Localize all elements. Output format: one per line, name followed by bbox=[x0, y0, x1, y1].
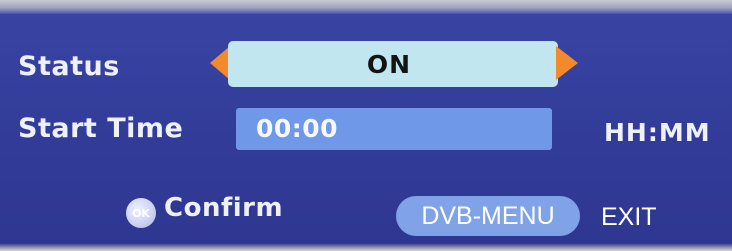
exit-label: EXIT bbox=[601, 203, 657, 231]
dvb-menu-label: DVB-MENU bbox=[421, 201, 555, 230]
status-value: ON bbox=[366, 49, 412, 79]
time-format-hint: HH:MM bbox=[604, 118, 711, 147]
start-time-value: 00:00 bbox=[256, 114, 339, 143]
confirm-label: Confirm bbox=[164, 193, 284, 223]
start-time-label: Start Time bbox=[18, 113, 184, 144]
start-time-field[interactable]: 00:00 bbox=[236, 108, 552, 150]
bottom-bezel bbox=[0, 243, 732, 251]
arrow-right-icon[interactable] bbox=[556, 46, 578, 80]
ok-icon-text: OK bbox=[132, 206, 150, 220]
ok-button-icon[interactable]: OK bbox=[126, 198, 156, 228]
dvb-menu-button[interactable]: DVB-MENU bbox=[396, 196, 580, 236]
status-label: Status bbox=[18, 51, 120, 82]
status-selector[interactable]: ON bbox=[228, 41, 558, 87]
top-bezel bbox=[0, 0, 732, 14]
arrow-left-icon[interactable] bbox=[210, 46, 230, 80]
osd-screen: Status ON Start Time 00:00 HH:MM OK Conf… bbox=[0, 0, 732, 251]
